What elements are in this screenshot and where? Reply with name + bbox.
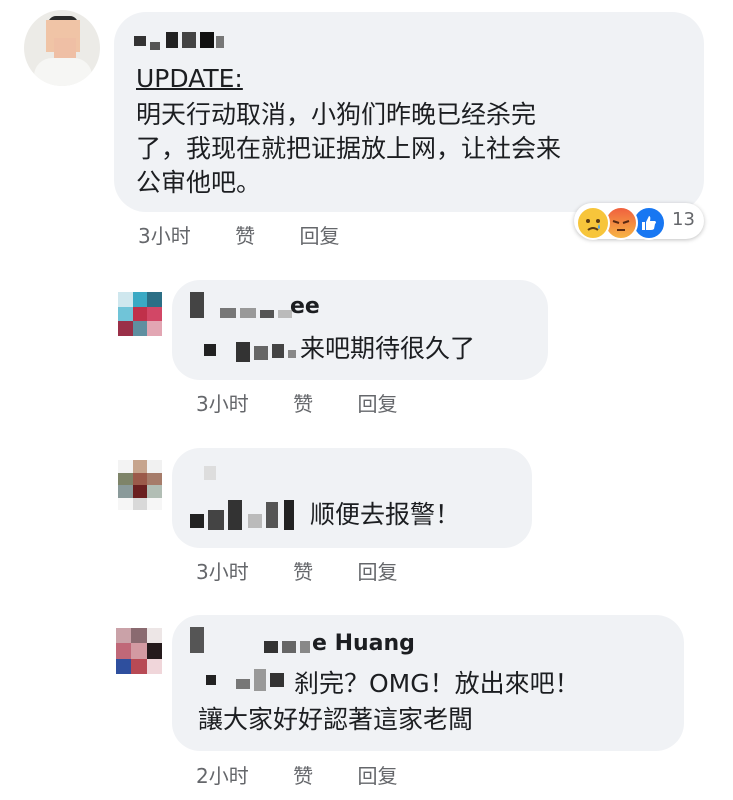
- reply3-bubble: e Huang 刹完？OMG！放出來吧！ 讓大家好好認著這家老闆: [172, 615, 684, 751]
- reply3-reply-button[interactable]: 回复: [357, 764, 397, 788]
- avatar-face-pixelated-lower: [54, 38, 76, 58]
- reply1-like-button[interactable]: 赞: [293, 392, 313, 416]
- update-label: UPDATE:: [136, 64, 243, 93]
- reply2-like-button[interactable]: 赞: [293, 560, 313, 584]
- main-comment-bubble: UPDATE: 明天行动取消，小狗们昨晚已经杀完 了，我现在就把证据放上网，让社…: [114, 12, 704, 212]
- reply1-tag-redacted[interactable]: [200, 336, 300, 364]
- reply3-actions: 2小时 赞 回复: [196, 760, 435, 789]
- reply3-tag-redacted[interactable]: [202, 669, 292, 695]
- reply1-bubble: ee 来吧期待很久了: [172, 280, 548, 380]
- comment-line-1: 明天行动取消，小狗们昨晚已经杀完: [136, 100, 537, 129]
- avatar-shirt: [34, 58, 92, 86]
- comment-line-2: 了，我现在就把证据放上网，让社会来: [136, 134, 562, 163]
- commenter-avatar[interactable]: [24, 10, 100, 86]
- reply2-actions: 3小时 赞 回复: [196, 556, 435, 585]
- reply2-text: 顺便去报警！: [310, 500, 461, 529]
- reply2-tag-redacted[interactable]: [190, 500, 300, 530]
- reply1-reply-button[interactable]: 回复: [357, 392, 397, 416]
- reactions-summary[interactable]: 13: [574, 203, 704, 240]
- reply1-timestamp[interactable]: 3小时: [196, 392, 249, 416]
- reply3-line-2: 讓大家好好認著這家老闆: [198, 705, 474, 734]
- reply3-line-1: 刹完？OMG！放出來吧！: [294, 669, 580, 698]
- main-comment-actions: 3小时 赞 回复: [138, 220, 377, 249]
- reply1-name-visible[interactable]: ee: [290, 294, 320, 319]
- comment-timestamp[interactable]: 3小时: [138, 224, 191, 248]
- commenter-name-redacted[interactable]: [134, 28, 226, 50]
- reply2-reply-button[interactable]: 回复: [357, 560, 397, 584]
- reply2-bubble: 顺便去报警！: [172, 448, 532, 548]
- reply2-timestamp[interactable]: 3小时: [196, 560, 249, 584]
- reply3-name-visible[interactable]: e Huang: [312, 631, 415, 656]
- reply3-name-redacted[interactable]: [190, 627, 310, 653]
- reply1-name-redacted[interactable]: [190, 292, 300, 318]
- reply2-avatar[interactable]: [118, 460, 162, 510]
- reply3-avatar[interactable]: [116, 628, 162, 674]
- reply3-timestamp[interactable]: 2小时: [196, 764, 249, 788]
- reply1-actions: 3小时 赞 回复: [196, 388, 435, 417]
- sad-icon: [576, 206, 610, 240]
- reply3-like-button[interactable]: 赞: [293, 764, 313, 788]
- reaction-count: 13: [672, 209, 695, 230]
- reply2-name-redacted[interactable]: [192, 466, 222, 482]
- like-button[interactable]: 赞: [235, 224, 255, 248]
- reply-button[interactable]: 回复: [299, 224, 339, 248]
- reply1-avatar[interactable]: [118, 292, 162, 336]
- reply1-text: 来吧期待很久了: [300, 334, 476, 363]
- comment-line-3: 公审他吧。: [136, 168, 262, 197]
